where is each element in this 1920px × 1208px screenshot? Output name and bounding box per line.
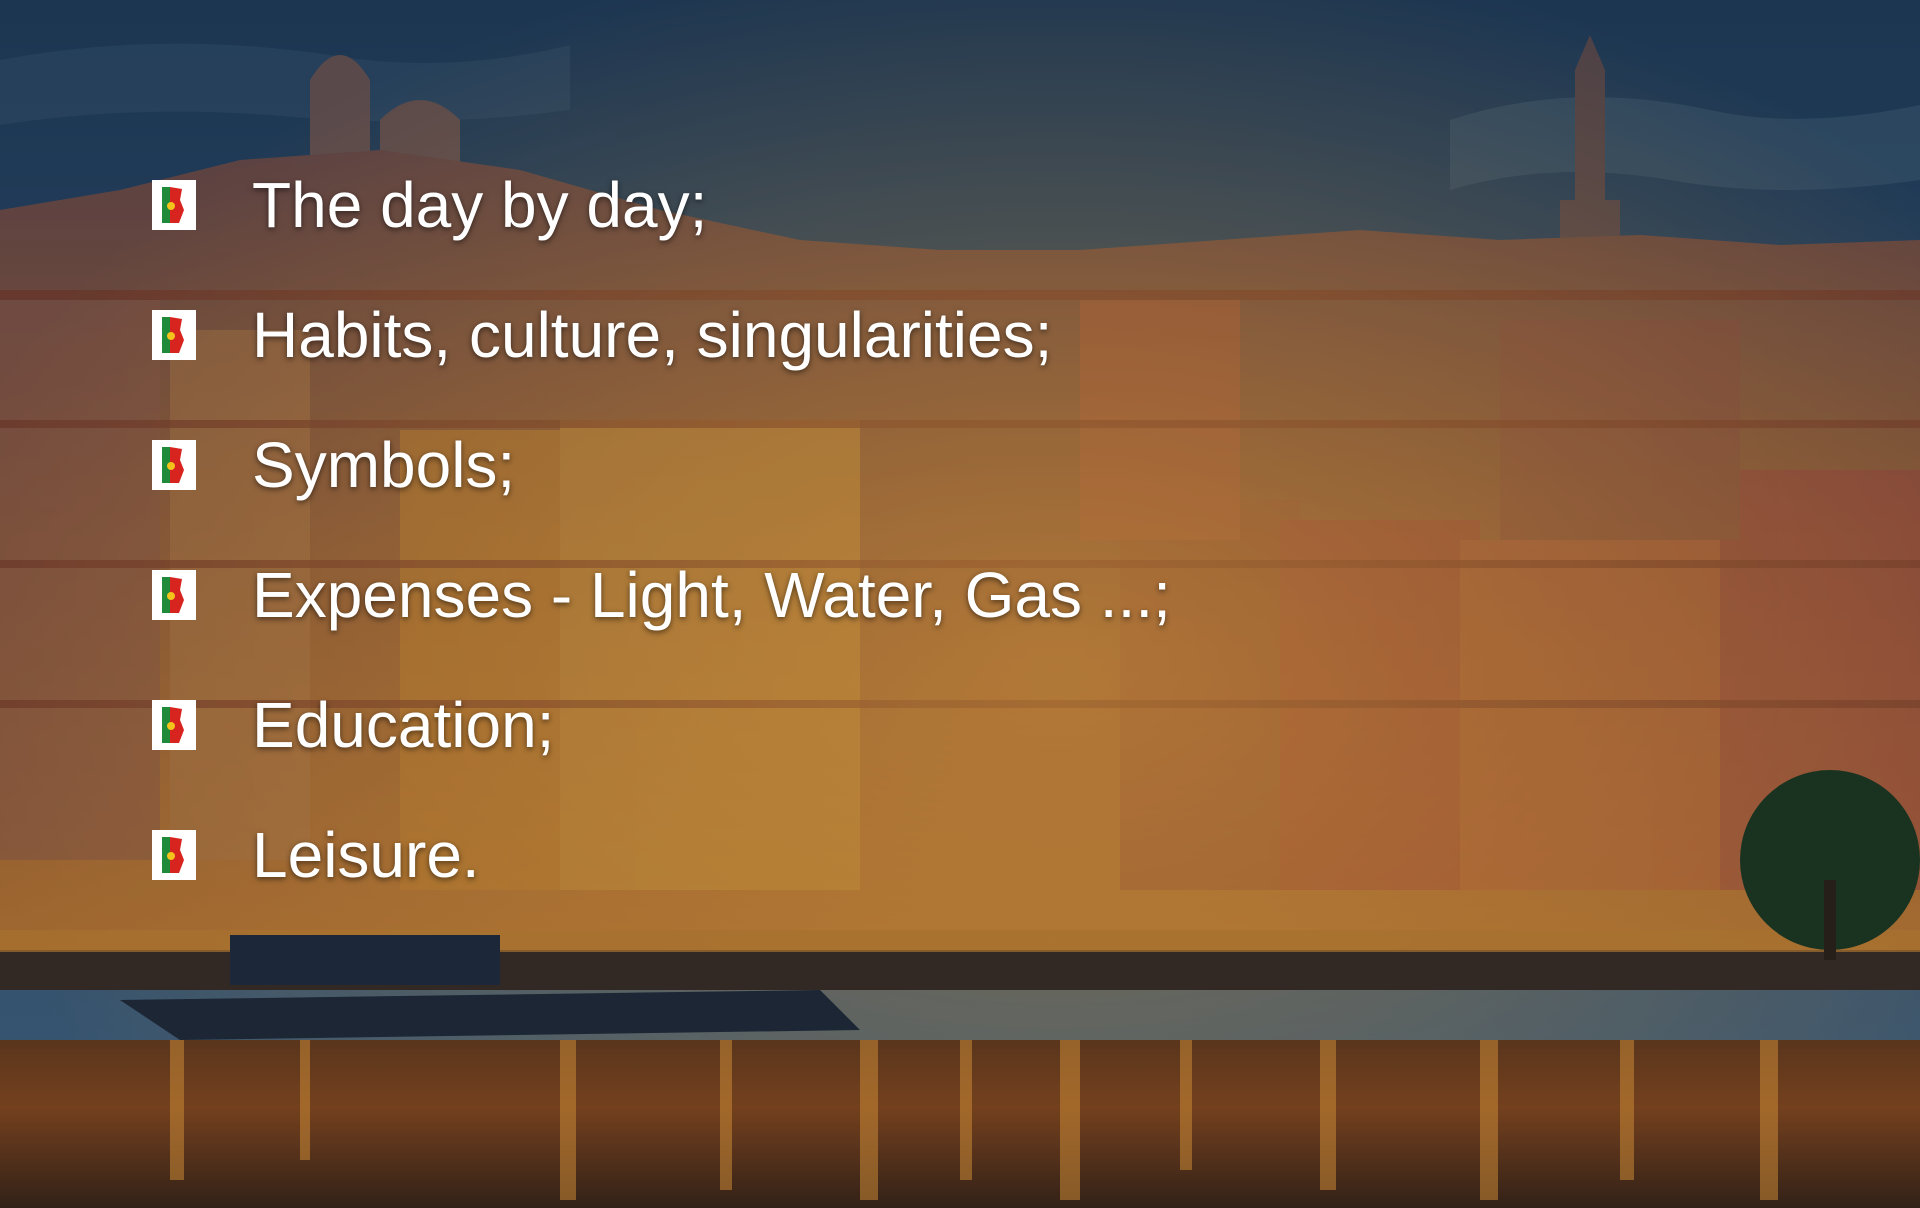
bullet-item-habits: Habits, culture, singularities; (152, 270, 1171, 400)
bullet-item-education: Education; (152, 660, 1171, 790)
bullet-text: Education; (252, 689, 555, 761)
portugal-flag-map-icon (152, 570, 196, 620)
portugal-flag-map-icon (152, 830, 196, 880)
bullet-item-leisure: Leisure. (152, 790, 1171, 920)
bullet-item-expenses: Expenses - Light, Water, Gas ...; (152, 530, 1171, 660)
portugal-flag-map-icon (152, 440, 196, 490)
bullet-text: Habits, culture, singularities; (252, 299, 1053, 371)
bullet-text: Leisure. (252, 819, 480, 891)
portugal-flag-map-icon (152, 180, 196, 230)
bullet-text: Symbols; (252, 429, 516, 501)
bullet-item-day-by-day: The day by day; (152, 140, 1171, 270)
bullet-list: The day by day; Habits, culture, singula… (152, 140, 1171, 920)
bullet-text: The day by day; (252, 169, 708, 241)
portugal-flag-map-icon (152, 310, 196, 360)
portugal-flag-map-icon (152, 700, 196, 750)
bullet-item-symbols: Symbols; (152, 400, 1171, 530)
slide: The day by day; Habits, culture, singula… (0, 0, 1920, 1208)
bullet-text: Expenses - Light, Water, Gas ...; (252, 559, 1171, 631)
